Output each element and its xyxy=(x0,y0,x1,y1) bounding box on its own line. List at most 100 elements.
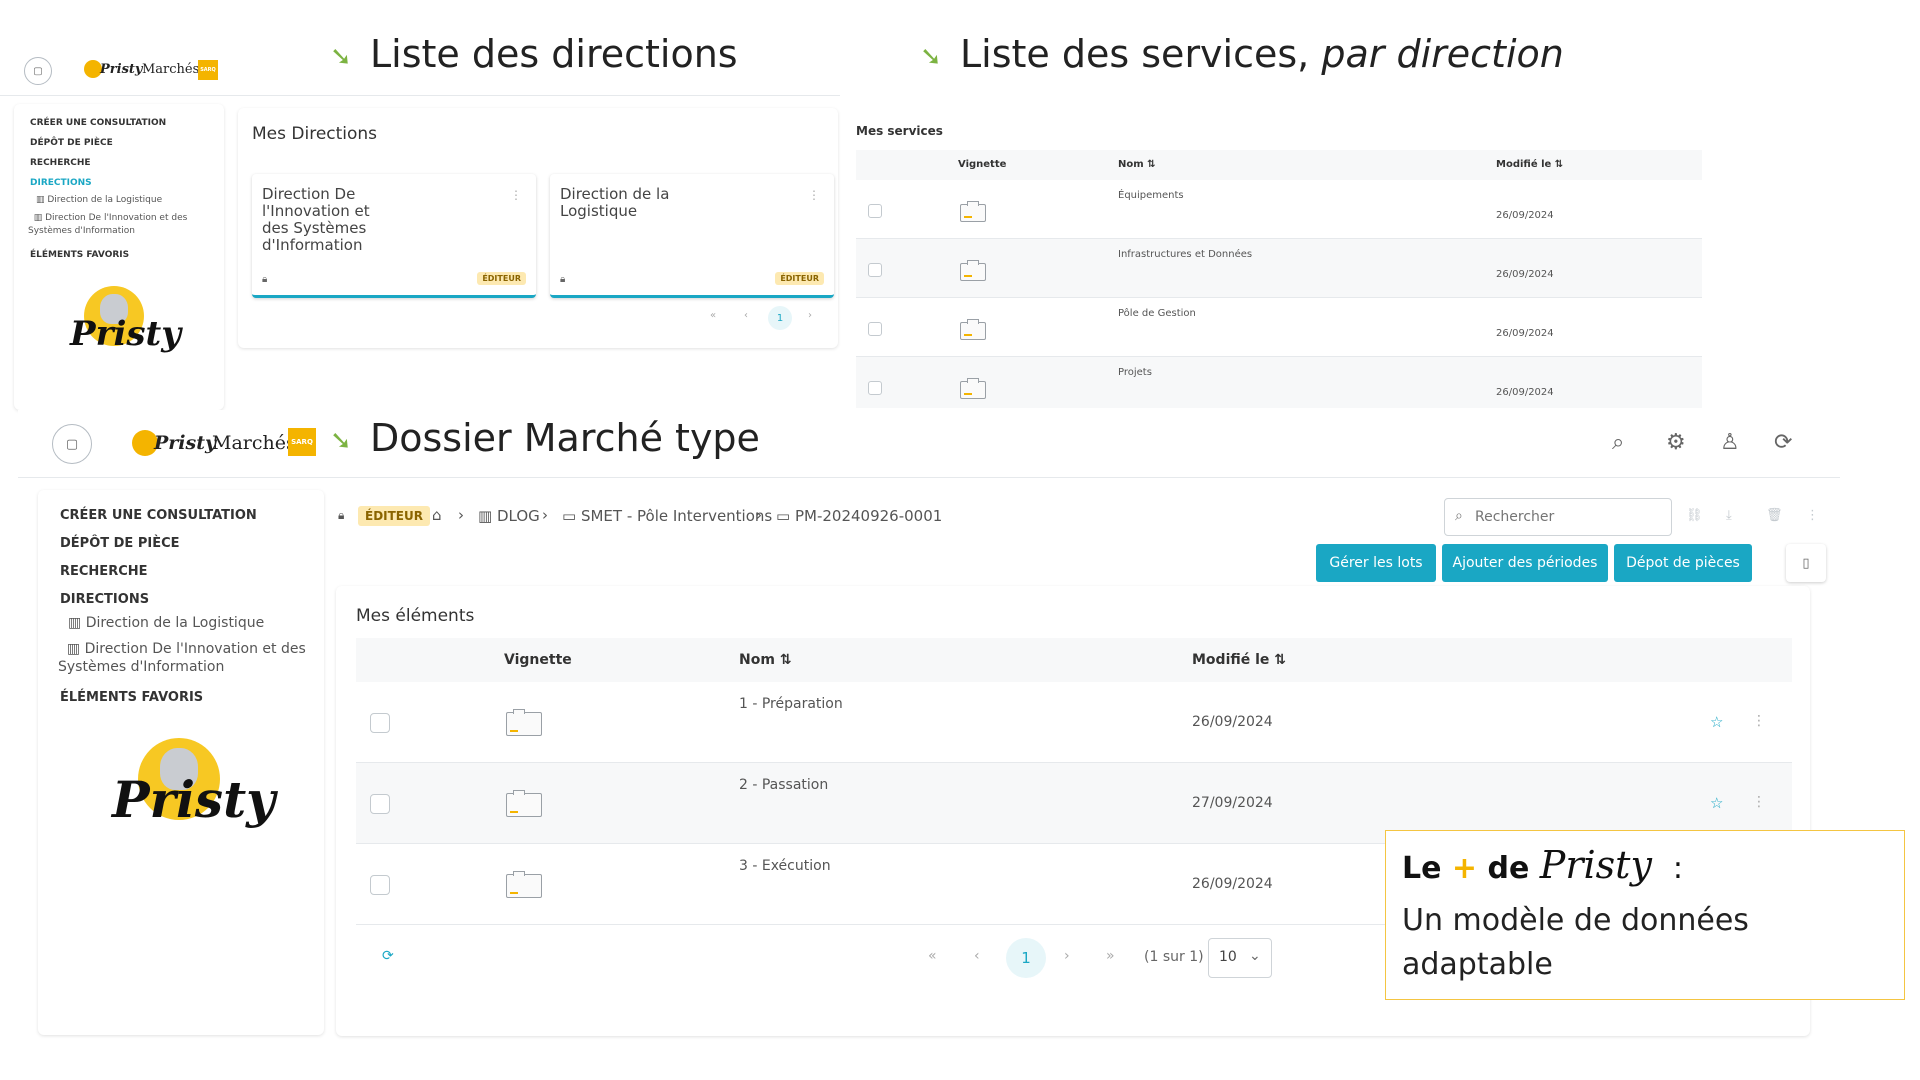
add-periods-button[interactable]: Ajouter des périodes xyxy=(1442,544,1608,582)
page-size-select[interactable]: 10 ⌄ xyxy=(1208,938,1272,978)
callout-de: de xyxy=(1487,851,1530,886)
sort-icon: ⇅ xyxy=(1274,652,1287,668)
first-page-button[interactable]: « xyxy=(928,948,937,964)
row-name: Infrastructures et Données xyxy=(1118,249,1253,260)
kebab-icon[interactable]: ⋮ xyxy=(1752,713,1766,729)
next-page-button[interactable]: › xyxy=(1064,948,1070,964)
first-page-button[interactable]: « xyxy=(710,310,716,321)
sidebar-item-deposit[interactable]: DÉPÔT DE PIÈCE xyxy=(60,536,180,551)
row-checkbox[interactable] xyxy=(868,381,882,395)
row-date: 26/09/2024 xyxy=(1496,328,1554,339)
user-icon[interactable]: ♙ xyxy=(1720,430,1740,455)
search-box[interactable]: ⌕ xyxy=(1444,498,1672,536)
sort-icon: ⇅ xyxy=(1147,159,1156,170)
row-checkbox[interactable] xyxy=(370,713,390,733)
col-name[interactable]: Nom ⇅ xyxy=(1118,159,1156,170)
logo-brand: Pristy xyxy=(100,62,143,77)
sidebar-toggle-button[interactable]: ▢ xyxy=(52,424,92,464)
deposit-pieces-button[interactable]: Dépot de pièces xyxy=(1614,544,1752,582)
breadcrumb-item-smet[interactable]: ▭ SMET - Pôle Interventions xyxy=(562,507,772,525)
prev-page-button[interactable]: ‹ xyxy=(744,310,748,321)
row-checkbox[interactable] xyxy=(370,794,390,814)
search-input[interactable] xyxy=(1475,507,1665,527)
sidebar-item-directions[interactable]: DIRECTIONS xyxy=(60,592,149,607)
direction-card-name: Direction De l'Innovation et des Système… xyxy=(262,185,370,254)
callout-heading: Le + de Pristy : xyxy=(1402,843,1683,887)
table-row[interactable]: Pôle de Gestion 26/09/2024 xyxy=(856,298,1702,357)
current-page[interactable]: 1 xyxy=(1006,938,1046,978)
row-checkbox[interactable] xyxy=(370,875,390,895)
table-row[interactable]: 1 - Préparation 26/09/2024 ☆ ⋮ xyxy=(356,682,1792,763)
col-thumb: Vignette xyxy=(958,159,1007,170)
col-modified[interactable]: Modifié le ⇅ xyxy=(1496,159,1563,170)
direction-card[interactable]: Direction De l'Innovation et des Système… xyxy=(252,174,536,298)
breadcrumb-item-pm[interactable]: ▭ PM-20240926-0001 xyxy=(776,507,942,525)
sidebar-subitem-logistique[interactable]: ▥ Direction de la Logistique xyxy=(36,194,216,207)
mes-directions-panel: Mes Directions Direction De l'Innovation… xyxy=(238,108,838,348)
document-button[interactable]: ▯ xyxy=(1786,544,1826,582)
col-modified[interactable]: Modifié le ⇅ xyxy=(1192,652,1286,668)
sidebar-item-search[interactable]: RECHERCHE xyxy=(60,564,148,579)
sidebar-toggle-button[interactable]: ▢ xyxy=(24,57,52,85)
mascot-brand-text: Pristy xyxy=(112,770,276,829)
kebab-icon[interactable]: ⋮ xyxy=(808,188,820,202)
logo-badge-text: SARQ xyxy=(200,67,216,73)
prev-page-button[interactable]: ‹ xyxy=(974,948,980,964)
sidebar-subitem-label: Direction de la Logistique xyxy=(85,615,265,631)
logout-icon[interactable]: ⟳ xyxy=(1774,430,1792,455)
next-page-button[interactable]: › xyxy=(808,310,812,321)
sidebar-item-create[interactable]: CRÉER UNE CONSULTATION xyxy=(30,118,166,128)
heading-directions: Liste des directions xyxy=(370,32,738,76)
table-row[interactable]: Équipements 26/09/2024 xyxy=(856,180,1702,239)
main-header: ▢ Pristy Marchés SARQ ⌕ ⚙ ♙ ⟳ xyxy=(18,410,1840,478)
breadcrumb-label: SMET - Pôle Interventions xyxy=(580,507,773,525)
table-row[interactable]: Infrastructures et Données 26/09/2024 xyxy=(856,239,1702,298)
table-row[interactable]: Projets 26/09/2024 xyxy=(856,357,1702,408)
refresh-icon[interactable]: ⟳ xyxy=(382,948,394,964)
kebab-icon[interactable]: ⋮ xyxy=(1752,794,1766,810)
row-date: 26/09/2024 xyxy=(1496,387,1554,398)
logo-product: Marchés xyxy=(212,432,296,454)
mes-elements-title: Mes éléments xyxy=(356,606,475,626)
search-icon[interactable]: ⌕ xyxy=(1612,430,1624,455)
row-checkbox[interactable] xyxy=(868,204,882,218)
arrow-icon: ➘ xyxy=(920,42,942,72)
link-icon[interactable]: ⛓ xyxy=(1686,508,1703,523)
sidebar-item-search[interactable]: RECHERCHE xyxy=(30,158,91,168)
chevron-down-icon: ⌄ xyxy=(1249,948,1261,964)
gear-icon[interactable]: ⚙ xyxy=(1666,430,1686,455)
download-icon[interactable]: ⤓ xyxy=(1726,508,1732,523)
page-size-value: 10 xyxy=(1219,949,1237,965)
sidebar-subitem-logistique[interactable]: ▥ Direction de la Logistique xyxy=(68,614,318,632)
sidebar-subitem-innovation[interactable]: ▥ Direction De l'Innovation et des Systè… xyxy=(28,212,218,238)
col-name[interactable]: Nom ⇅ xyxy=(739,652,792,668)
favorite-star-icon[interactable]: ☆ xyxy=(1710,794,1723,812)
kebab-icon[interactable]: ⋮ xyxy=(1806,508,1819,523)
last-page-button[interactable]: » xyxy=(1106,948,1115,964)
trash-icon[interactable]: 🗑︎ xyxy=(1766,508,1783,523)
chevron-right-icon: › xyxy=(756,506,762,524)
manage-lots-button[interactable]: Gérer les lots xyxy=(1316,544,1436,582)
callout-le: Le xyxy=(1402,851,1442,886)
folder-icon xyxy=(506,709,542,736)
sidebar-item-favorites[interactable]: ÉLÉMENTS FAVORIS xyxy=(30,250,129,260)
direction-card[interactable]: Direction de la Logistique ⋮ 🔒︎ ÉDITEUR xyxy=(550,174,834,298)
favorite-star-icon[interactable]: ☆ xyxy=(1710,713,1723,731)
row-date: 26/09/2024 xyxy=(1192,876,1273,892)
current-page[interactable]: 1 xyxy=(768,306,792,330)
sidebar-item-directions[interactable]: DIRECTIONS xyxy=(30,178,92,188)
sidebar-item-deposit[interactable]: DÉPÔT DE PIÈCE xyxy=(30,138,113,148)
sidebar-item-create[interactable]: CRÉER UNE CONSULTATION xyxy=(60,508,257,523)
mascot-brand-text: Pristy xyxy=(70,314,181,354)
row-checkbox[interactable] xyxy=(868,263,882,277)
home-icon[interactable]: ⌂ xyxy=(432,506,442,524)
building-icon: ▥ xyxy=(58,641,85,657)
sidebar-subitem-innovation[interactable]: ▥ Direction De l'Innovation et des Systè… xyxy=(58,640,308,676)
search-icon: ⌕ xyxy=(1455,508,1463,524)
breadcrumb-label: DLOG xyxy=(496,507,540,525)
row-checkbox[interactable] xyxy=(868,322,882,336)
breadcrumb-item-dlog[interactable]: ▥ DLOG xyxy=(478,507,540,525)
row-name: 1 - Préparation xyxy=(739,696,843,712)
kebab-icon[interactable]: ⋮ xyxy=(510,188,522,202)
sidebar-item-favorites[interactable]: ÉLÉMENTS FAVORIS xyxy=(60,690,203,705)
